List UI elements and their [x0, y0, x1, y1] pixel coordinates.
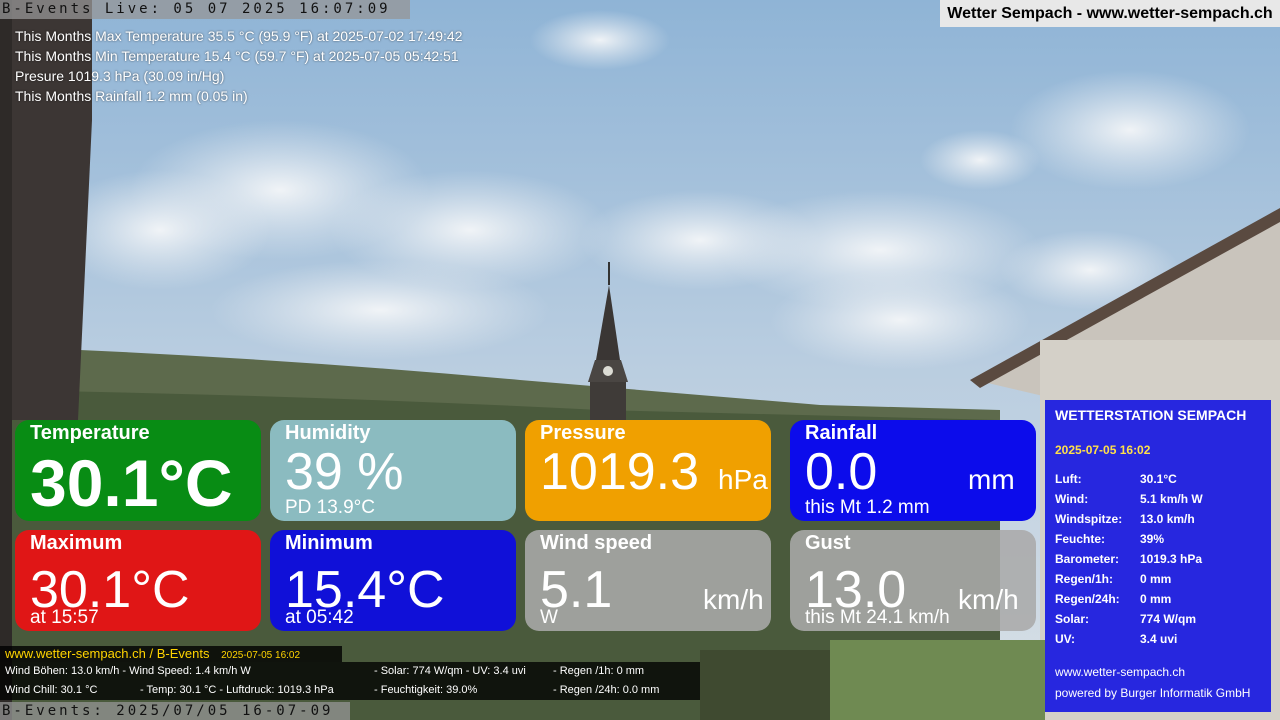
bottom-timestamp-banner: B-Events: 2025/07/05 16-07-09 — [0, 702, 350, 720]
rainfall-value: 0.0 — [805, 443, 878, 501]
pressure-value: 1019.3 — [540, 443, 700, 501]
rainfall-tile: Rainfall 0.0 mm this Mt 1.2 mm — [790, 420, 1036, 521]
station-row-barometer: Barometer: 1019.3 hPa — [1055, 552, 1203, 566]
wind-speed-tile: Wind speed 5.1 km/h W — [525, 530, 771, 631]
wind-speed-label: Wind speed — [540, 532, 653, 554]
minimum-tile: Minimum 15.4°C at 05:42 — [270, 530, 516, 631]
humidity-label: Humidity — [285, 422, 371, 444]
station-row-windspitze: Windspitze: 13.0 km/h — [1055, 512, 1195, 526]
wind-direction: W — [540, 607, 558, 628]
humidity-tile: Humidity 39 % PD 13.9°C — [270, 420, 516, 521]
minimum-time: at 05:42 — [285, 607, 354, 628]
pressure-tile: Pressure 1019.3 hPa — [525, 420, 771, 521]
ticker-line2-humidity: - Feuchtigkeit: 39.0% — [374, 684, 478, 696]
gust-unit: km/h — [958, 584, 1019, 615]
maximum-time: at 15:57 — [30, 607, 99, 628]
station-footer-url: www.wetter-sempach.ch — [1055, 665, 1186, 679]
humidity-dewpoint: PD 13.9°C — [285, 497, 375, 518]
ticker-line1-solar: - Solar: 774 W/qm - UV: 3.4 uvi — [374, 665, 526, 677]
station-row-solar: Solar: 774 W/qm — [1055, 612, 1197, 626]
ticker-header: www.wetter-sempach.ch / B-Events 2025-07… — [0, 646, 342, 662]
month-stats: This Months Max Temperature 35.5 °C (95.… — [15, 26, 463, 106]
station-title: WETTERSTATION SEMPACH — [1055, 407, 1247, 423]
gust-month-max: this Mt 24.1 km/h — [805, 607, 950, 628]
station-row-regen-1h: Regen/1h: 0 mm — [1055, 572, 1172, 586]
ticker-url: www.wetter-sempach.ch / B-Events — [5, 646, 210, 661]
ticker-body: Wind Böhen: 13.0 km/h - Wind Speed: 1.4 … — [0, 662, 700, 700]
pressure-unit: hPa — [718, 464, 768, 495]
rainfall-unit: mm — [968, 464, 1015, 495]
station-row-luft: Luft: 30.1°C — [1055, 472, 1177, 486]
humidity-value: 39 % — [285, 443, 404, 501]
ticker-date: 2025-07-05 16:02 — [221, 650, 301, 661]
site-title: Wetter Sempach - www.wetter-sempach.ch — [940, 0, 1280, 27]
rainfall-month-total: this Mt 1.2 mm — [805, 497, 930, 518]
wind-speed-unit: km/h — [703, 584, 764, 615]
ticker-line1-rain: - Regen /1h: 0 mm — [553, 665, 645, 677]
gust-tile: Gust 13.0 km/h this Mt 24.1 km/h — [790, 530, 1036, 631]
ticker-line2-temp: - Temp: 30.1 °C - Luftdruck: 1019.3 hPa — [140, 684, 334, 696]
station-row-regen-24h: Regen/24h: 0 mm — [1055, 592, 1172, 606]
gust-label: Gust — [805, 532, 851, 554]
pressure-label: Pressure — [540, 422, 626, 444]
maximum-label: Maximum — [30, 532, 123, 554]
live-timestamp-banner: B-Events Live: 05 07 2025 16:07:09 — [0, 0, 410, 19]
ticker-line2-windchill: Wind Chill: 30.1 °C — [5, 684, 98, 696]
station-footer: www.wetter-sempach.ch powered by Burger … — [1055, 662, 1250, 704]
month-rainfall: This Months Rainfall 1.2 mm (0.05 in) — [15, 88, 248, 104]
station-footer-credit: powered by Burger Informatik GmbH — [1055, 686, 1251, 700]
temperature-value: 30.1°C — [30, 446, 233, 520]
station-row-feuchte: Feuchte: 39% — [1055, 532, 1165, 546]
month-pressure: Presure 1019.3 hPa (30.09 in/Hg) — [15, 68, 225, 84]
ticker-line1-wind: Wind Böhen: 13.0 km/h - Wind Speed: 1.4 … — [5, 665, 251, 677]
temperature-tile: Temperature 30.1°C — [15, 420, 261, 521]
month-max-temperature: This Months Max Temperature 35.5 °C (95.… — [15, 28, 463, 44]
station-row-uv: UV: 3.4 uvi — [1055, 632, 1178, 646]
station-readings: Luft: 30.1°C Wind: 5.1 km/h W Windspitze: 1… — [1055, 469, 1261, 649]
rainfall-label: Rainfall — [805, 422, 878, 444]
station-panel: WETTERSTATION SEMPACH 2025-07-05 16:02 L… — [1045, 400, 1271, 712]
ticker-line2-rain: - Regen /24h: 0.0 mm — [553, 684, 660, 696]
station-row-wind: Wind: 5.1 km/h W — [1055, 492, 1203, 506]
minimum-label: Minimum — [285, 532, 373, 554]
station-date: 2025-07-05 16:02 — [1055, 443, 1151, 457]
month-min-temperature: This Months Min Temperature 15.4 °C (59.… — [15, 48, 459, 64]
temperature-label: Temperature — [30, 422, 150, 444]
maximum-tile: Maximum 30.1°C at 15:57 — [15, 530, 261, 631]
